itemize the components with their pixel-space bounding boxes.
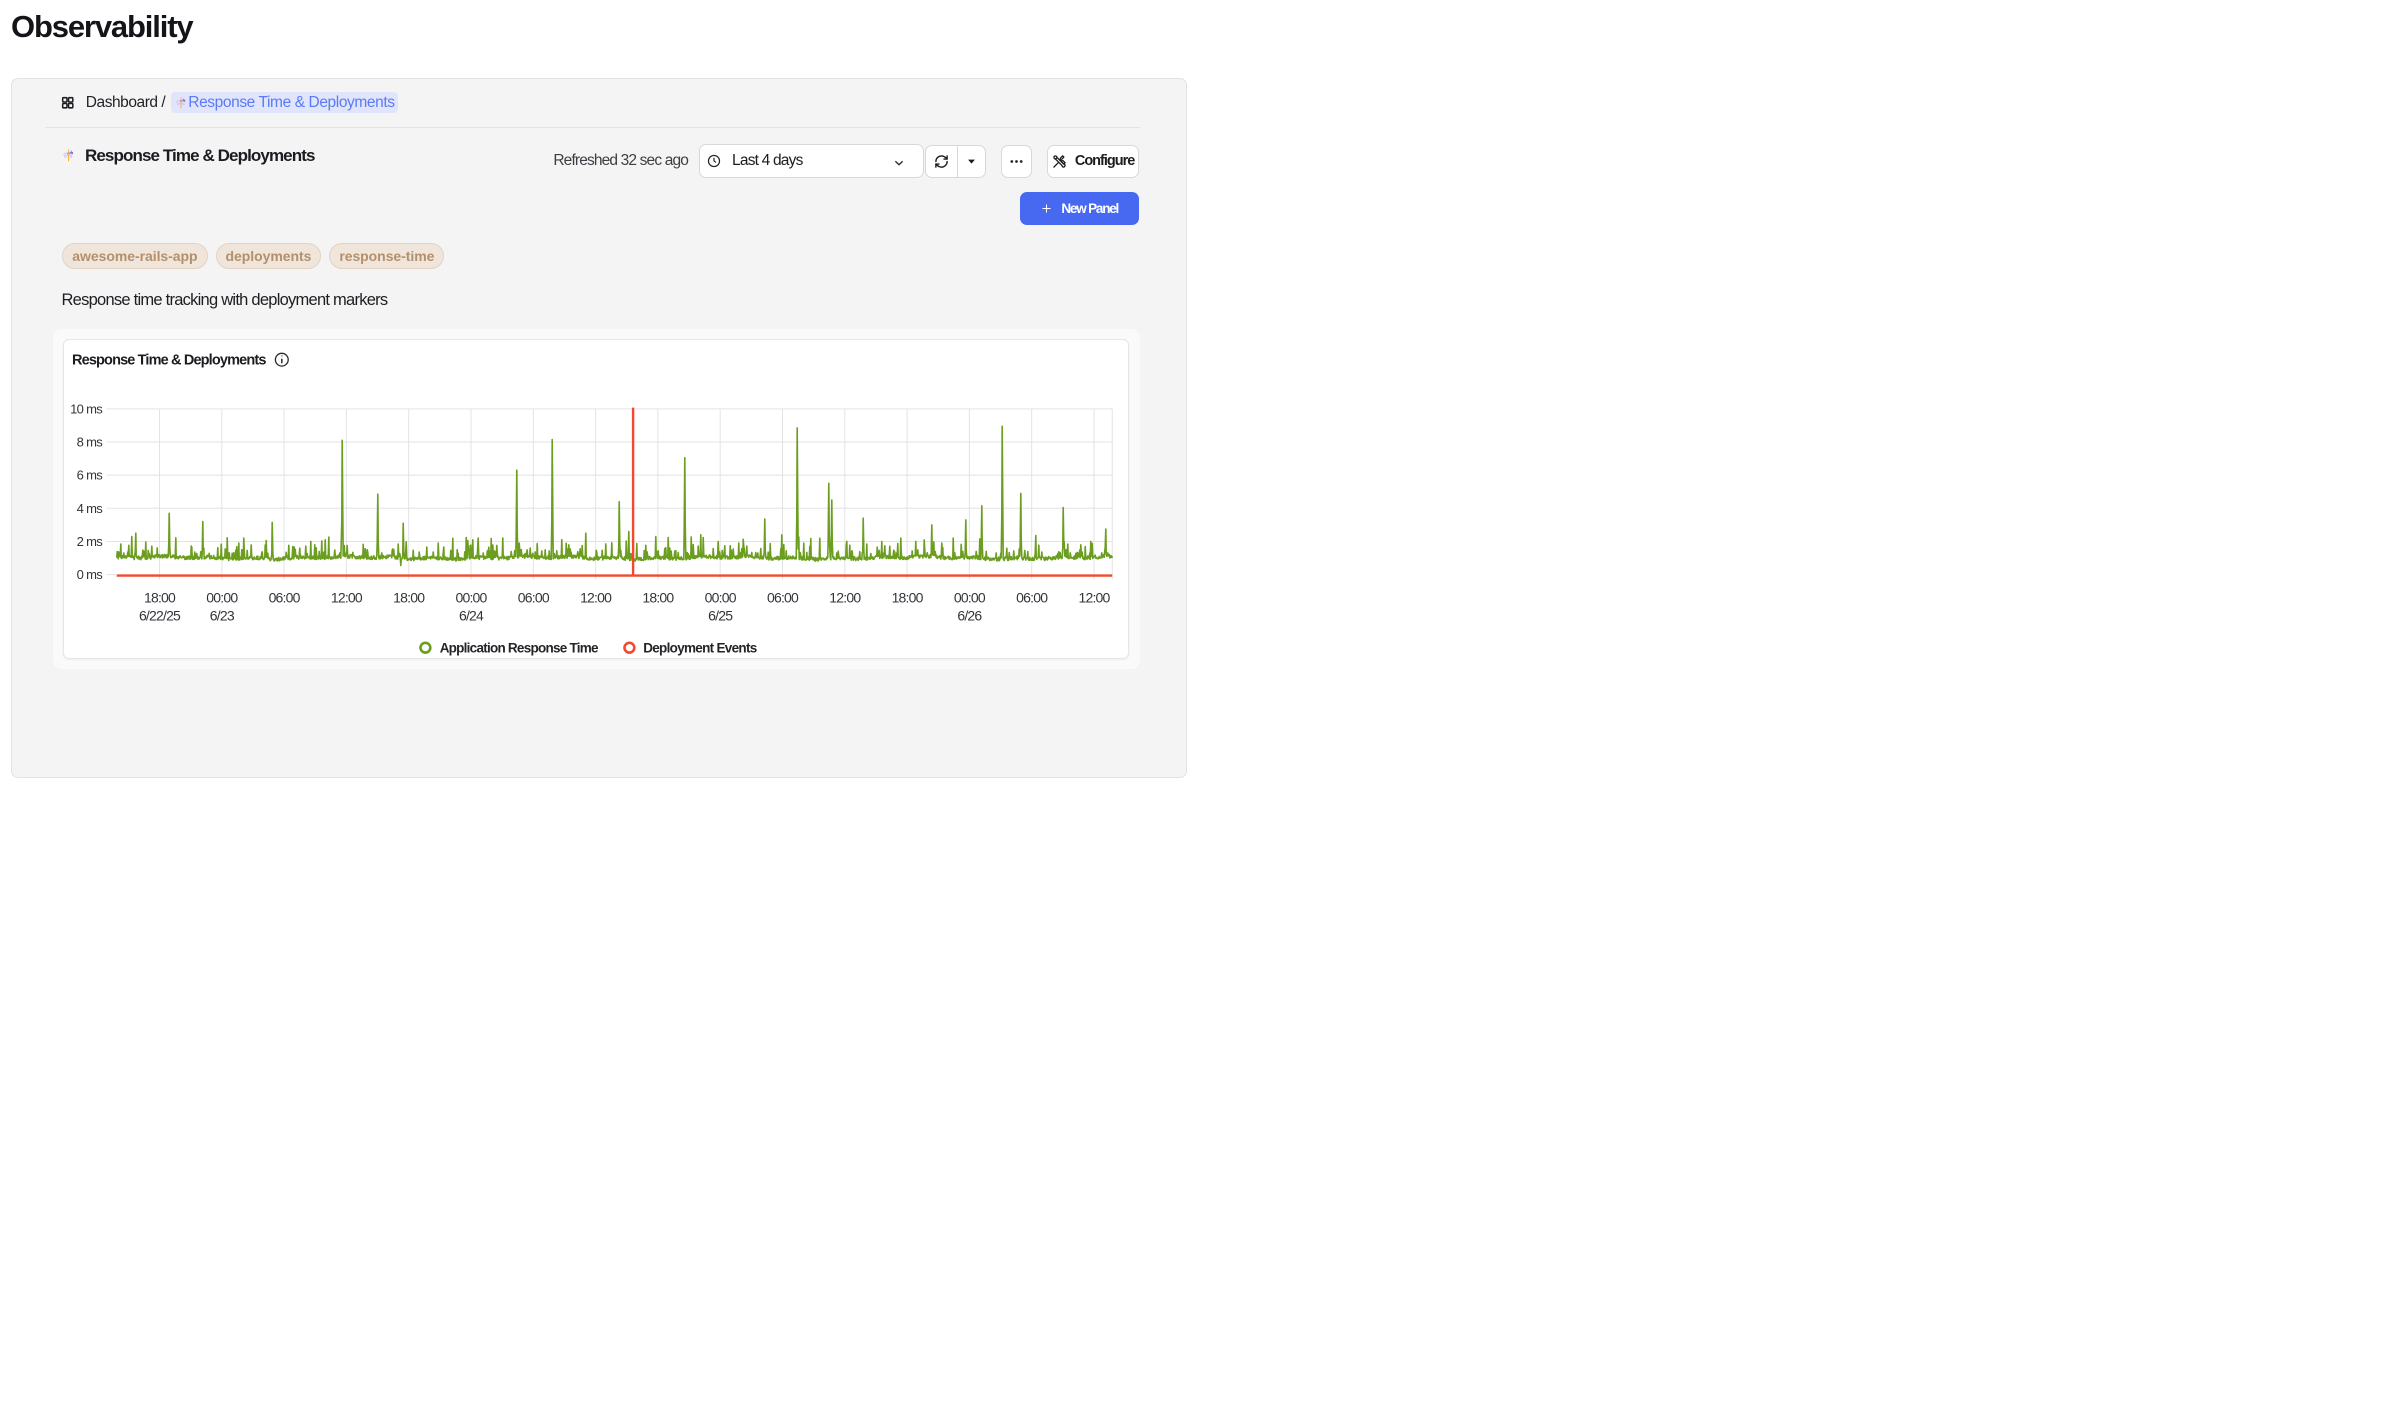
- svg-text:00:00: 00:00: [954, 590, 986, 606]
- svg-text:Application Response Time: Application Response Time: [440, 641, 599, 656]
- svg-text:06:00: 06:00: [767, 590, 799, 606]
- svg-text:12:00: 12:00: [830, 590, 862, 606]
- svg-text:8 ms: 8 ms: [77, 435, 104, 450]
- svg-text:06:00: 06:00: [269, 590, 301, 606]
- svg-text:00:00: 00:00: [456, 590, 488, 606]
- svg-text:18:00: 18:00: [144, 590, 176, 606]
- svg-text:00:00: 00:00: [705, 590, 737, 606]
- svg-text:06:00: 06:00: [518, 590, 550, 606]
- svg-text:Deployment Events: Deployment Events: [643, 641, 757, 656]
- svg-text:6/23: 6/23: [210, 607, 235, 623]
- svg-text:18:00: 18:00: [393, 590, 425, 606]
- svg-text:6 ms: 6 ms: [77, 468, 104, 483]
- svg-text:12:00: 12:00: [331, 590, 363, 606]
- svg-text:10 ms: 10 ms: [70, 401, 103, 416]
- svg-text:12:00: 12:00: [1079, 590, 1111, 606]
- svg-text:6/25: 6/25: [708, 607, 733, 623]
- svg-text:2 ms: 2 ms: [77, 534, 104, 549]
- svg-text:12:00: 12:00: [580, 590, 612, 606]
- svg-text:00:00: 00:00: [207, 590, 239, 606]
- svg-text:4 ms: 4 ms: [77, 501, 104, 516]
- svg-text:6/22/25: 6/22/25: [139, 607, 181, 623]
- svg-text:Response Time & Deployments: Response Time & Deployments: [72, 353, 266, 369]
- svg-text:0 ms: 0 ms: [77, 567, 104, 582]
- svg-text:06:00: 06:00: [1016, 590, 1048, 606]
- svg-text:6/26: 6/26: [958, 607, 983, 623]
- svg-text:18:00: 18:00: [643, 590, 675, 606]
- svg-text:18:00: 18:00: [892, 590, 924, 606]
- svg-text:6/24: 6/24: [459, 607, 484, 623]
